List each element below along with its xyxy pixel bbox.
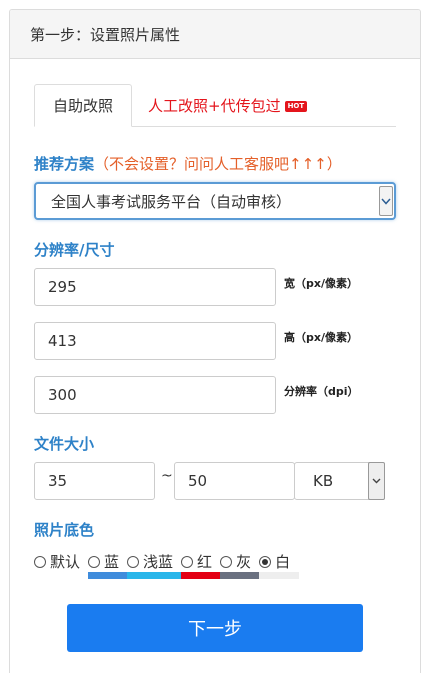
min-size-input[interactable]: 35 <box>34 462 155 500</box>
tab-self-service[interactable]: 自助改照 <box>34 84 132 127</box>
radio-light-blue[interactable] <box>127 555 140 568</box>
color-label-gray: 灰 <box>236 553 252 571</box>
radio-default[interactable] <box>34 555 46 568</box>
color-option-blue[interactable]: 蓝 <box>88 551 129 579</box>
color-option-light-blue[interactable]: 浅蓝 <box>127 551 185 579</box>
white-swatch <box>259 572 300 579</box>
size-unit-value: KB <box>313 472 334 490</box>
scheme-selected-value: 全国人事考试服务平台（自动审核） <box>51 192 292 211</box>
height-input[interactable]: 413 <box>34 322 276 360</box>
color-option-red[interactable]: 红 <box>181 551 222 579</box>
color-label-red: 红 <box>197 553 213 571</box>
resolution-label: 分辨率/尺寸 <box>34 241 115 259</box>
file-size-label: 文件大小 <box>34 435 95 453</box>
color-label-white: 白 <box>275 553 291 571</box>
size-range-separator: ~ <box>161 468 173 484</box>
color-label-light-blue: 浅蓝 <box>143 553 174 571</box>
background-color-label: 照片底色 <box>34 521 95 539</box>
color-option-gray[interactable]: 灰 <box>220 551 261 579</box>
tab-manual-service[interactable]: 人工改照+代传包过 HOT <box>148 84 308 127</box>
scheme-heading: 推荐方案（不会设置？问问人工客服吧↑↑↑） <box>34 153 342 174</box>
dpi-input[interactable]: 300 <box>34 376 276 414</box>
width-input[interactable]: 295 <box>34 268 276 306</box>
radio-white[interactable] <box>259 555 272 568</box>
color-option-default[interactable]: 默认 <box>34 551 80 572</box>
width-unit-label: 宽（px/像素） <box>284 277 358 290</box>
scheme-select[interactable]: 全国人事考试服务平台（自动审核） <box>34 182 396 220</box>
dpi-unit-label: 分辨率（dpi） <box>284 385 359 398</box>
tab-bar: 自助改照 人工改照+代传包过 HOT <box>34 84 396 127</box>
light-blue-swatch <box>127 572 185 579</box>
color-label-default: 默认 <box>50 553 81 571</box>
background-color-options: 默认 蓝 浅蓝 红 灰 白 <box>34 551 300 579</box>
scheme-label: 推荐方案 <box>34 155 95 173</box>
next-step-button[interactable]: 下一步 <box>67 604 363 652</box>
tab-manual-service-label: 人工改照+代传包过 <box>148 97 281 115</box>
gray-swatch <box>220 572 261 579</box>
color-option-white[interactable]: 白 <box>259 551 300 579</box>
radio-red[interactable] <box>181 555 194 568</box>
height-unit-label: 高（px/像素） <box>284 331 358 344</box>
radio-gray[interactable] <box>220 555 233 568</box>
color-label-blue: 蓝 <box>104 553 120 571</box>
size-unit-select[interactable]: KB <box>294 462 385 500</box>
settings-panel: 第一步：设置照片属性 自助改照 人工改照+代传包过 HOT 推荐方案（不会设置？… <box>9 9 421 673</box>
chevron-down-icon <box>379 186 393 216</box>
scheme-hint: （不会设置？问问人工客服吧↑↑↑） <box>94 155 342 173</box>
max-size-input[interactable]: 50 <box>174 462 295 500</box>
red-swatch <box>181 572 222 579</box>
chevron-down-icon <box>368 462 385 500</box>
radio-blue[interactable] <box>88 555 101 568</box>
hot-badge: HOT <box>284 101 308 112</box>
blue-swatch <box>88 572 129 579</box>
panel-title: 第一步：设置照片属性 <box>10 10 420 59</box>
